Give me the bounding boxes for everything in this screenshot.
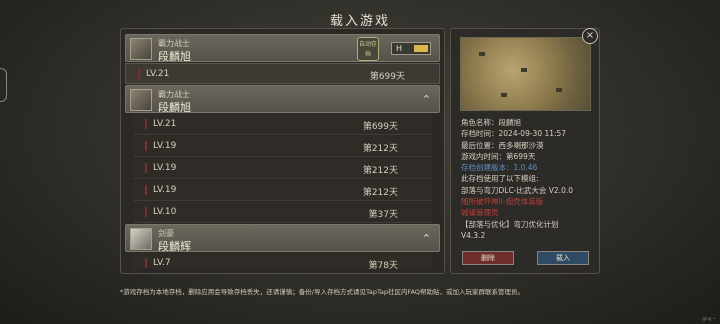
save-day: 第78天 xyxy=(368,261,398,269)
save-row[interactable]: LV.21 第699天 xyxy=(133,114,432,135)
map-marker xyxy=(479,52,485,56)
detail-line-mod: 城镇管理员 xyxy=(461,208,499,218)
watermark: @ng ~ xyxy=(702,316,716,321)
save-row[interactable]: LV.21 第699天 xyxy=(125,63,440,84)
autosave-badge: 自动存档 xyxy=(357,37,379,61)
save-day: 第699天 xyxy=(369,72,405,82)
detail-line-mod-version: V4.3.2 xyxy=(461,230,486,240)
detail-line: 角色名称：段麟旭 xyxy=(461,118,521,127)
detail-line: 存档时间：2024-09-30 11:57 xyxy=(461,129,567,139)
close-icon[interactable]: × xyxy=(582,28,598,44)
row-marker xyxy=(145,141,147,151)
map-marker xyxy=(501,93,507,97)
save-level: LV.7 xyxy=(153,258,171,268)
save-row[interactable]: LV.19 第212天 xyxy=(133,136,432,157)
save-day: 第212天 xyxy=(362,144,398,154)
save-group-header[interactable]: 霸力战士 段麟旭 自动存档 H xyxy=(125,34,440,63)
row-marker xyxy=(145,207,147,217)
storage-footnote: *游戏存档为本地存档，删除应用会导致存档丢失，还请谨慎；备份/导入存档方式请见T… xyxy=(120,288,525,296)
character-avatar xyxy=(130,89,152,111)
save-level: LV.19 xyxy=(153,141,177,151)
character-avatar xyxy=(130,228,152,250)
character-name: 段麟旭 xyxy=(158,50,191,63)
detail-line: 游戏内时间：第699天 xyxy=(461,151,536,161)
collapse-chevron-icon[interactable]: ⌃ xyxy=(422,93,431,106)
side-expand-handle[interactable] xyxy=(0,68,7,102)
row-marker xyxy=(145,163,147,173)
detail-line: 此存档使用了以下模组: xyxy=(461,174,539,184)
toggle-knob xyxy=(414,45,428,52)
detail-line-version: 存档创建版本：1.0.46 xyxy=(461,163,538,173)
save-day: 第37天 xyxy=(368,210,398,220)
character-name: 段麟旭 xyxy=(158,101,191,114)
save-group-header[interactable]: 剑豪 段麟辉 ⌃ xyxy=(125,224,440,253)
character-avatar xyxy=(130,38,152,60)
map-marker xyxy=(521,68,527,72)
save-list-panel: 霸力战士 段麟旭 自动存档 H LV.21 第699天 霸力战士 段麟旭 ⌃ L… xyxy=(120,28,445,274)
save-level: LV.21 xyxy=(146,69,170,79)
save-row[interactable]: LV.7 第78天 xyxy=(133,253,432,269)
detail-line-mod: 部落与弯刀DLC-比武大会 V2.0.0 xyxy=(461,185,573,195)
page-title: 载入游戏 xyxy=(329,14,390,29)
save-day: 第212天 xyxy=(362,166,398,176)
collapse-chevron-icon[interactable]: ⌃ xyxy=(422,232,431,245)
save-level: LV.21 xyxy=(153,119,177,129)
detail-line-mod: 【部落与优化】弯刀优化计划 xyxy=(461,219,559,229)
save-level: LV.19 xyxy=(153,163,177,173)
row-marker xyxy=(145,185,147,195)
row-marker xyxy=(145,258,147,268)
detail-line: 最后位置：西多喇那沙漠 xyxy=(461,140,544,150)
save-day: 第699天 xyxy=(362,122,398,132)
detail-line-mod: 随所破坏神II-炮壳体装版 xyxy=(461,197,544,207)
save-level: LV.19 xyxy=(153,185,177,195)
save-detail-text: 角色名称：段麟旭 存档时间：2024-09-30 11:57 最后位置：西多喇那… xyxy=(461,117,597,241)
save-detail-panel: 角色名称：段麟旭 存档时间：2024-09-30 11:57 最后位置：西多喇那… xyxy=(450,28,600,274)
row-marker xyxy=(138,69,140,79)
load-button[interactable]: 载入 xyxy=(537,251,589,265)
map-marker xyxy=(556,88,562,92)
save-row[interactable]: LV.19 第212天 xyxy=(133,180,432,201)
save-row[interactable]: LV.10 第37天 xyxy=(133,202,432,223)
delete-button[interactable]: 删除 xyxy=(462,251,514,265)
map-thumbnail xyxy=(460,37,591,111)
toggle-mark: H xyxy=(396,44,403,53)
autosave-toggle[interactable]: H xyxy=(391,42,431,55)
save-level: LV.10 xyxy=(153,207,177,217)
row-marker xyxy=(145,119,147,129)
save-row[interactable]: LV.19 第212天 xyxy=(133,158,432,179)
save-group-header[interactable]: 霸力战士 段麟旭 ⌃ xyxy=(125,85,440,114)
save-list-scroll[interactable]: 霸力战士 段麟旭 自动存档 H LV.21 第699天 霸力战士 段麟旭 ⌃ L… xyxy=(125,33,440,269)
character-name: 段麟辉 xyxy=(158,240,191,253)
save-day: 第212天 xyxy=(362,188,398,198)
